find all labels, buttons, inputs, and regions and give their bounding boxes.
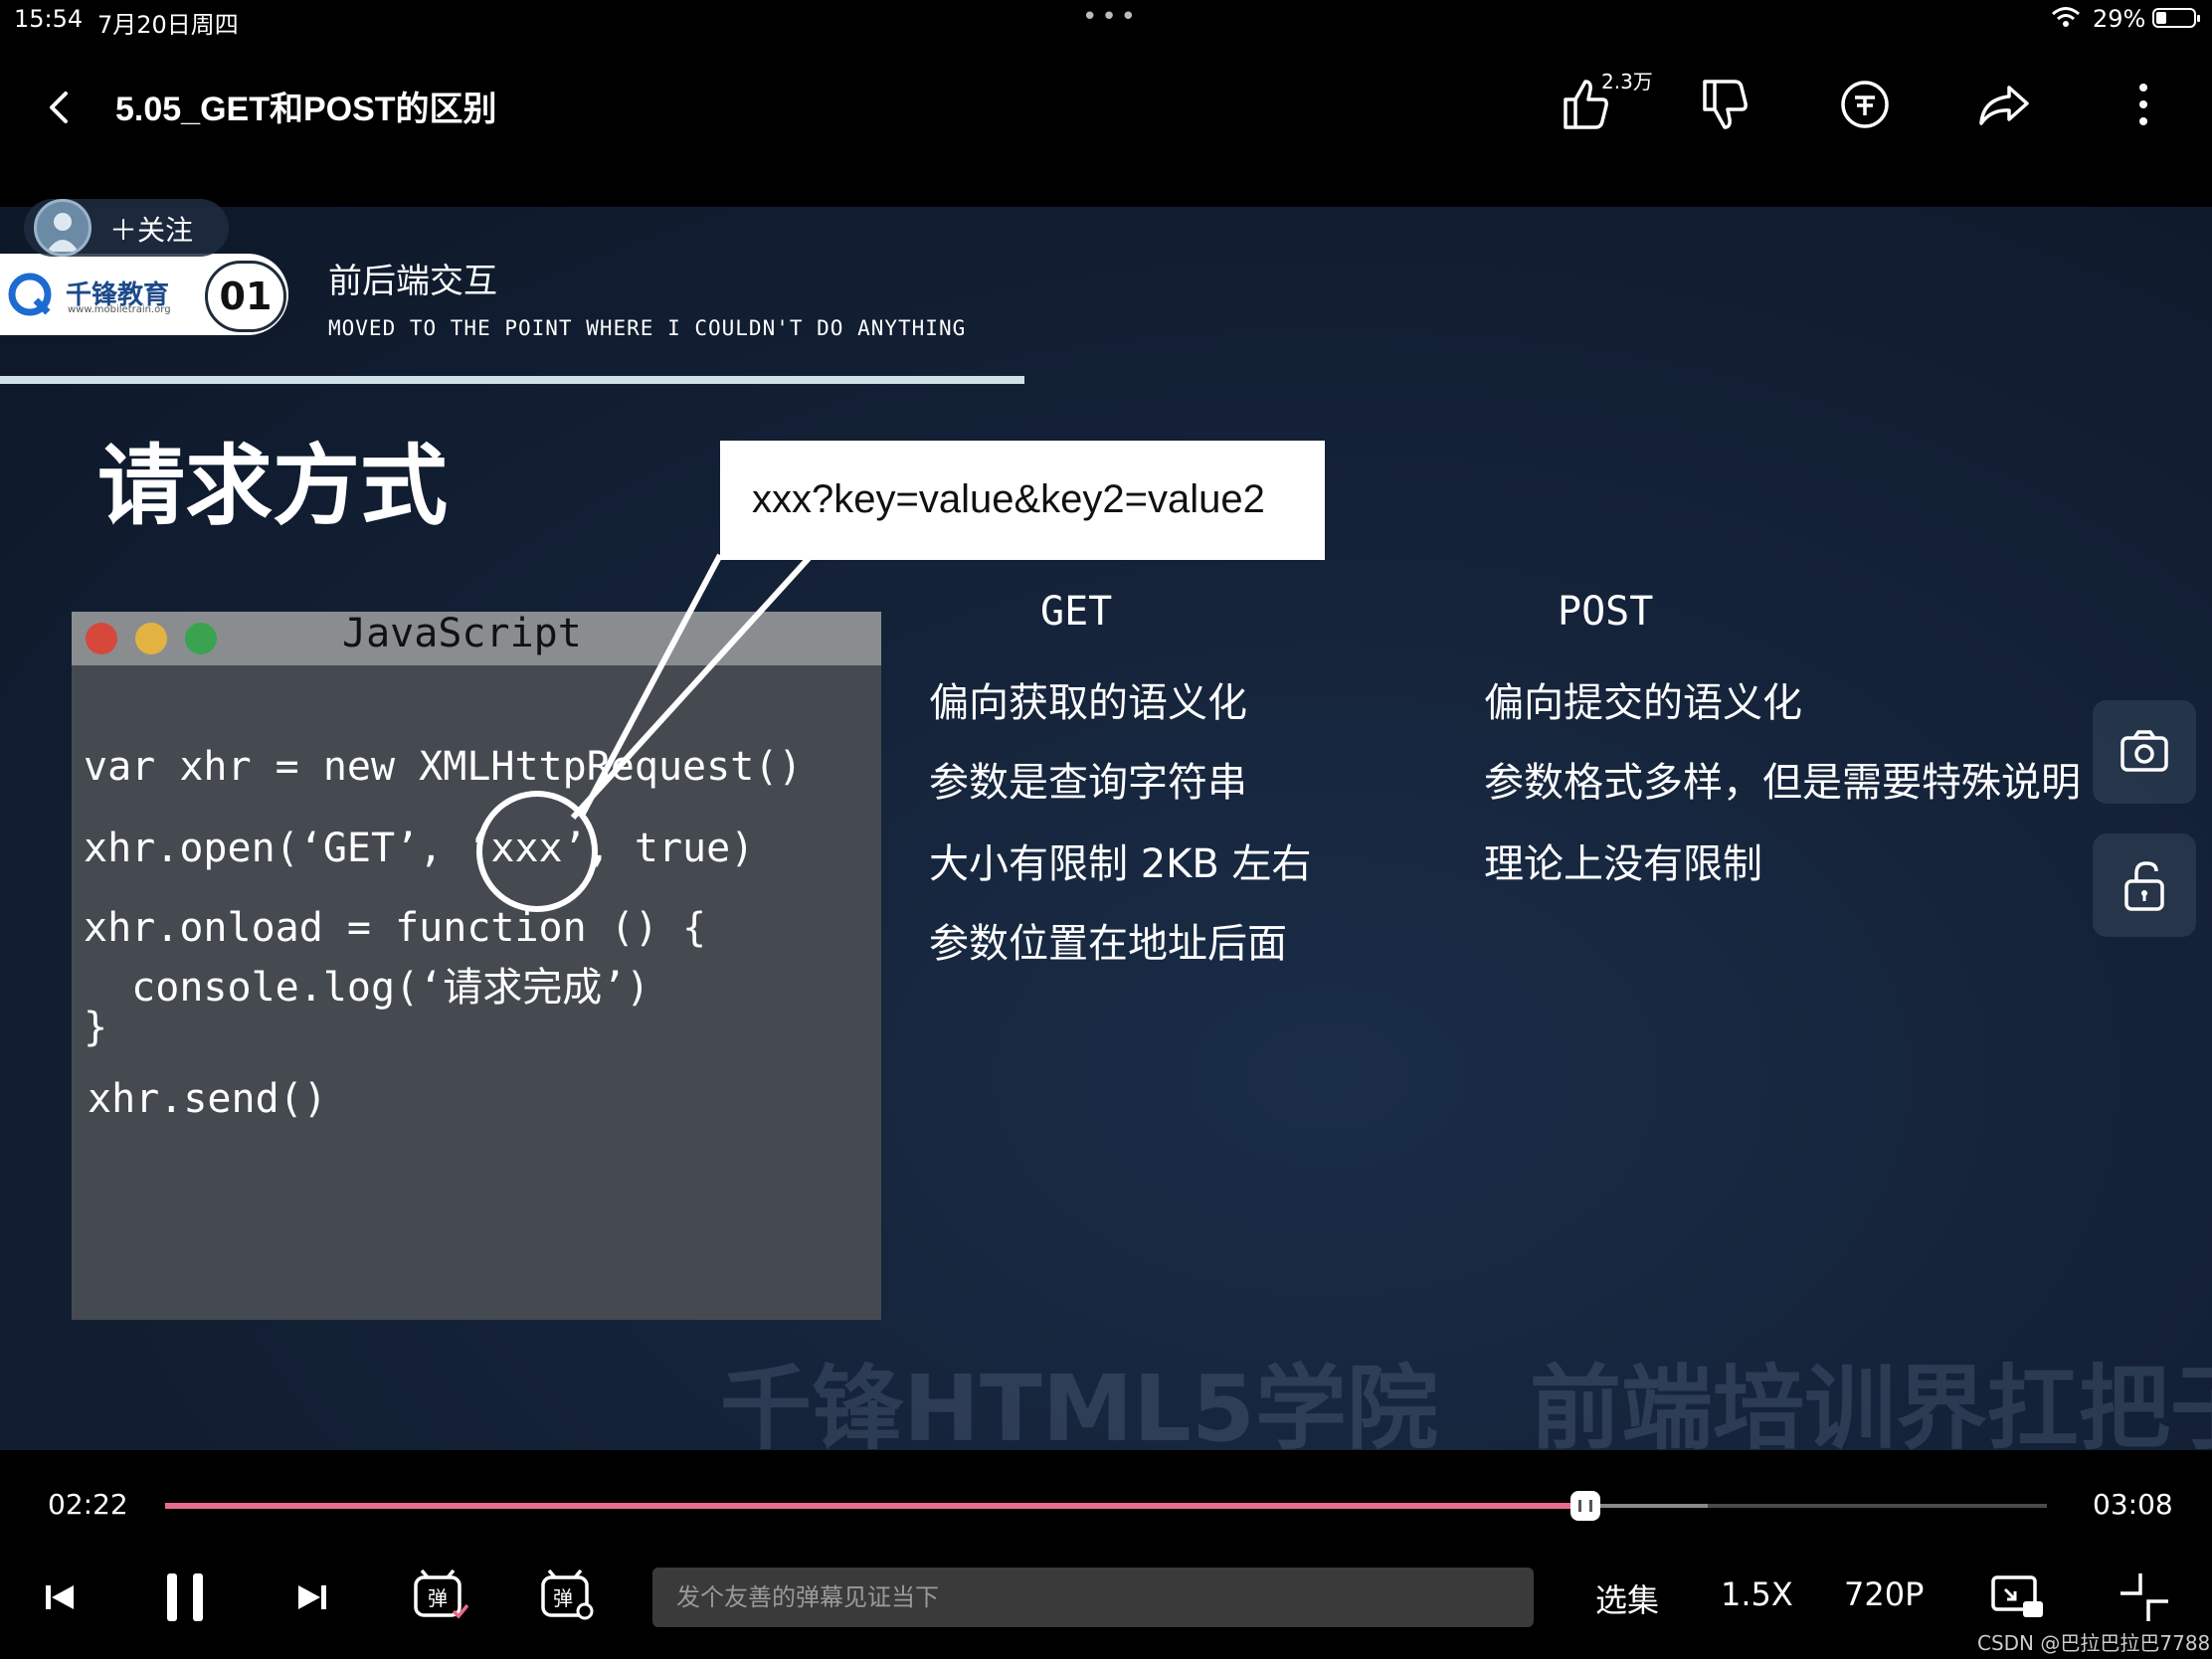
episodes-button[interactable]: 选集 bbox=[1595, 1575, 1659, 1621]
get-point: 大小有限制 2KB 左右 bbox=[929, 841, 1312, 887]
post-point: 偏向提交的语义化 bbox=[1484, 680, 1802, 726]
post-header: POST bbox=[1558, 589, 1654, 635]
get-point: 偏向获取的语义化 bbox=[929, 680, 1247, 726]
danmaku-toggle-icon[interactable]: 弹 bbox=[410, 1566, 469, 1625]
danmaku-input[interactable] bbox=[652, 1567, 1534, 1627]
cast-screen-icon[interactable] bbox=[1987, 1567, 2047, 1627]
quality-button[interactable]: 720P bbox=[1844, 1575, 1924, 1613]
screenshot-button[interactable] bbox=[2093, 700, 2196, 804]
played-bar bbox=[165, 1503, 1586, 1509]
video-watermark: 千锋HTML5学院 前端培训界扛把子 bbox=[720, 1356, 2212, 1462]
danmaku-settings-icon[interactable]: 弹 bbox=[537, 1566, 597, 1625]
pause-icon[interactable] bbox=[155, 1567, 215, 1627]
get-header: GET bbox=[1040, 589, 1113, 635]
total-time: 03:08 bbox=[2093, 1488, 2173, 1521]
get-point: 参数位置在地址后面 bbox=[929, 921, 1287, 967]
post-point: 理论上没有限制 bbox=[1484, 841, 1762, 887]
previous-icon[interactable] bbox=[30, 1567, 90, 1627]
speed-button[interactable]: 1.5X bbox=[1721, 1575, 1793, 1613]
next-icon[interactable] bbox=[282, 1567, 342, 1627]
unlock-icon bbox=[2124, 861, 2164, 911]
csdn-credit: CSDN @巴拉巴拉巴7788 bbox=[1977, 1631, 2211, 1655]
post-point: 参数格式多样，但是需要特殊说明 bbox=[1484, 760, 2081, 806]
camera-icon bbox=[2120, 730, 2168, 772]
exit-fullscreen-icon[interactable] bbox=[2115, 1567, 2174, 1627]
callout-text: xxx?key=value&key2=value2 bbox=[752, 477, 1265, 521]
get-point: 参数是查询字符串 bbox=[929, 760, 1247, 806]
svg-text:弹: 弹 bbox=[553, 1586, 573, 1610]
progress-thumb[interactable] bbox=[1570, 1491, 1601, 1521]
lock-screen-button[interactable] bbox=[2093, 833, 2196, 937]
svg-text:弹: 弹 bbox=[428, 1586, 448, 1610]
current-time: 02:22 bbox=[48, 1488, 128, 1521]
